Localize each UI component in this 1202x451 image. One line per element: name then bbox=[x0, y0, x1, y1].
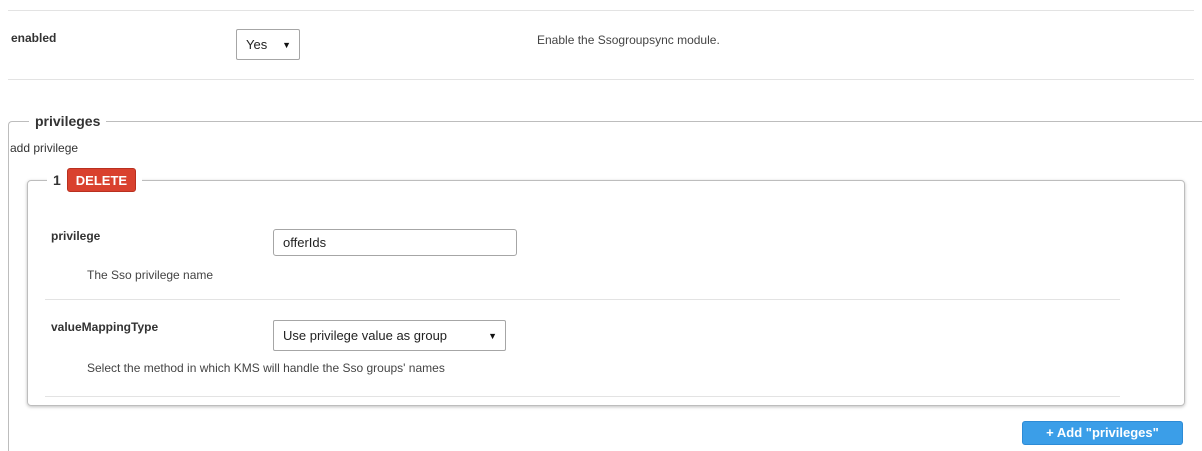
value-mapping-divider bbox=[45, 396, 1120, 397]
add-privileges-button[interactable]: + Add "privileges" bbox=[1022, 421, 1183, 445]
config-form: enabled Yes ▼ Enable the Ssogroupsync mo… bbox=[0, 0, 1202, 451]
enabled-label: enabled bbox=[11, 31, 57, 45]
top-divider bbox=[8, 10, 1194, 11]
chevron-down-icon: ▼ bbox=[488, 330, 497, 341]
privilege-item-legend: 1 DELETE bbox=[47, 167, 143, 193]
privilege-input-value: offerIds bbox=[283, 235, 327, 250]
enabled-select[interactable]: Yes ▼ bbox=[236, 29, 300, 60]
value-mapping-type-description: Select the method in which KMS will hand… bbox=[87, 361, 445, 375]
privilege-divider bbox=[45, 299, 1120, 300]
privilege-input[interactable]: offerIds bbox=[273, 229, 517, 256]
delete-button[interactable]: DELETE bbox=[66, 168, 137, 192]
value-mapping-type-value: Use privilege value as group bbox=[283, 328, 448, 343]
privileges-legend: privileges bbox=[29, 111, 107, 131]
value-mapping-type-label: valueMappingType bbox=[51, 320, 159, 334]
privilege-description: The Sso privilege name bbox=[87, 268, 214, 282]
privilege-item-index: 1 bbox=[53, 172, 61, 188]
add-privilege-text: add privilege bbox=[10, 141, 79, 155]
enabled-select-value: Yes bbox=[246, 37, 268, 52]
enabled-divider bbox=[8, 79, 1194, 80]
chevron-down-icon: ▼ bbox=[282, 39, 291, 50]
enabled-description: Enable the Ssogroupsync module. bbox=[537, 33, 720, 47]
privilege-label: privilege bbox=[51, 229, 101, 243]
value-mapping-type-select[interactable]: Use privilege value as group ▼ bbox=[273, 320, 506, 351]
